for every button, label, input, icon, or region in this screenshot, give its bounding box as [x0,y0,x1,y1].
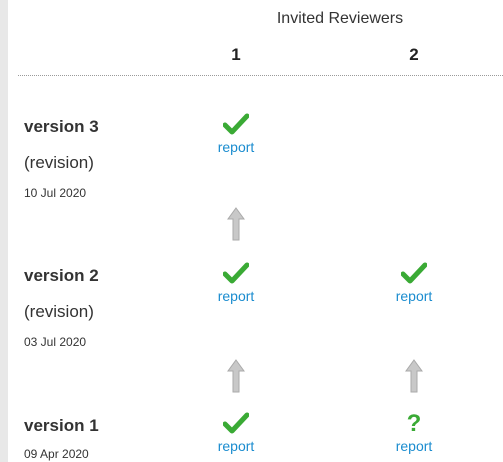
report-link[interactable]: report [196,288,276,304]
version-3-label: version 3 [24,117,99,136]
version-2-date: 03 Jul 2020 [24,335,87,349]
version-3-status: (revision) [24,153,94,172]
question-icon: ? [407,410,422,434]
left-rail [0,0,8,462]
reviewer-column-2: 2 [409,45,419,64]
version-1-reviewer-1-cell: report [196,412,276,454]
check-icon [401,262,427,284]
version-1-date: 09 Apr 2020 [24,447,89,461]
version-1-reviewer-2-cell: ? report [374,410,454,454]
version-2-status: (revision) [24,302,94,321]
version-2-reviewer-2-cell: report [374,262,454,304]
report-link[interactable]: report [374,438,454,454]
check-icon [223,412,249,434]
reviewer-status-panel: Invited Reviewers 1 2 version 3 (revisio… [0,0,503,462]
arrow-up-icon [227,359,245,393]
arrow-up-icon [227,207,245,241]
check-icon [223,113,249,135]
version-3-date: 10 Jul 2020 [24,186,87,200]
check-icon [223,262,249,284]
version-2-reviewer-1-cell: report [196,262,276,304]
svg-text:?: ? [407,410,422,434]
arrow-up-icon [405,359,423,393]
version-2-label: version 2 [24,266,99,285]
version-1-label: version 1 [24,416,99,435]
report-link[interactable]: report [374,288,454,304]
report-link[interactable]: report [196,438,276,454]
report-link[interactable]: report [196,139,276,155]
version-3-reviewer-1-cell: report [196,113,276,155]
reviewer-column-1: 1 [231,45,241,64]
header-divider [18,75,503,76]
invited-reviewers-heading: Invited Reviewers [276,10,404,27]
